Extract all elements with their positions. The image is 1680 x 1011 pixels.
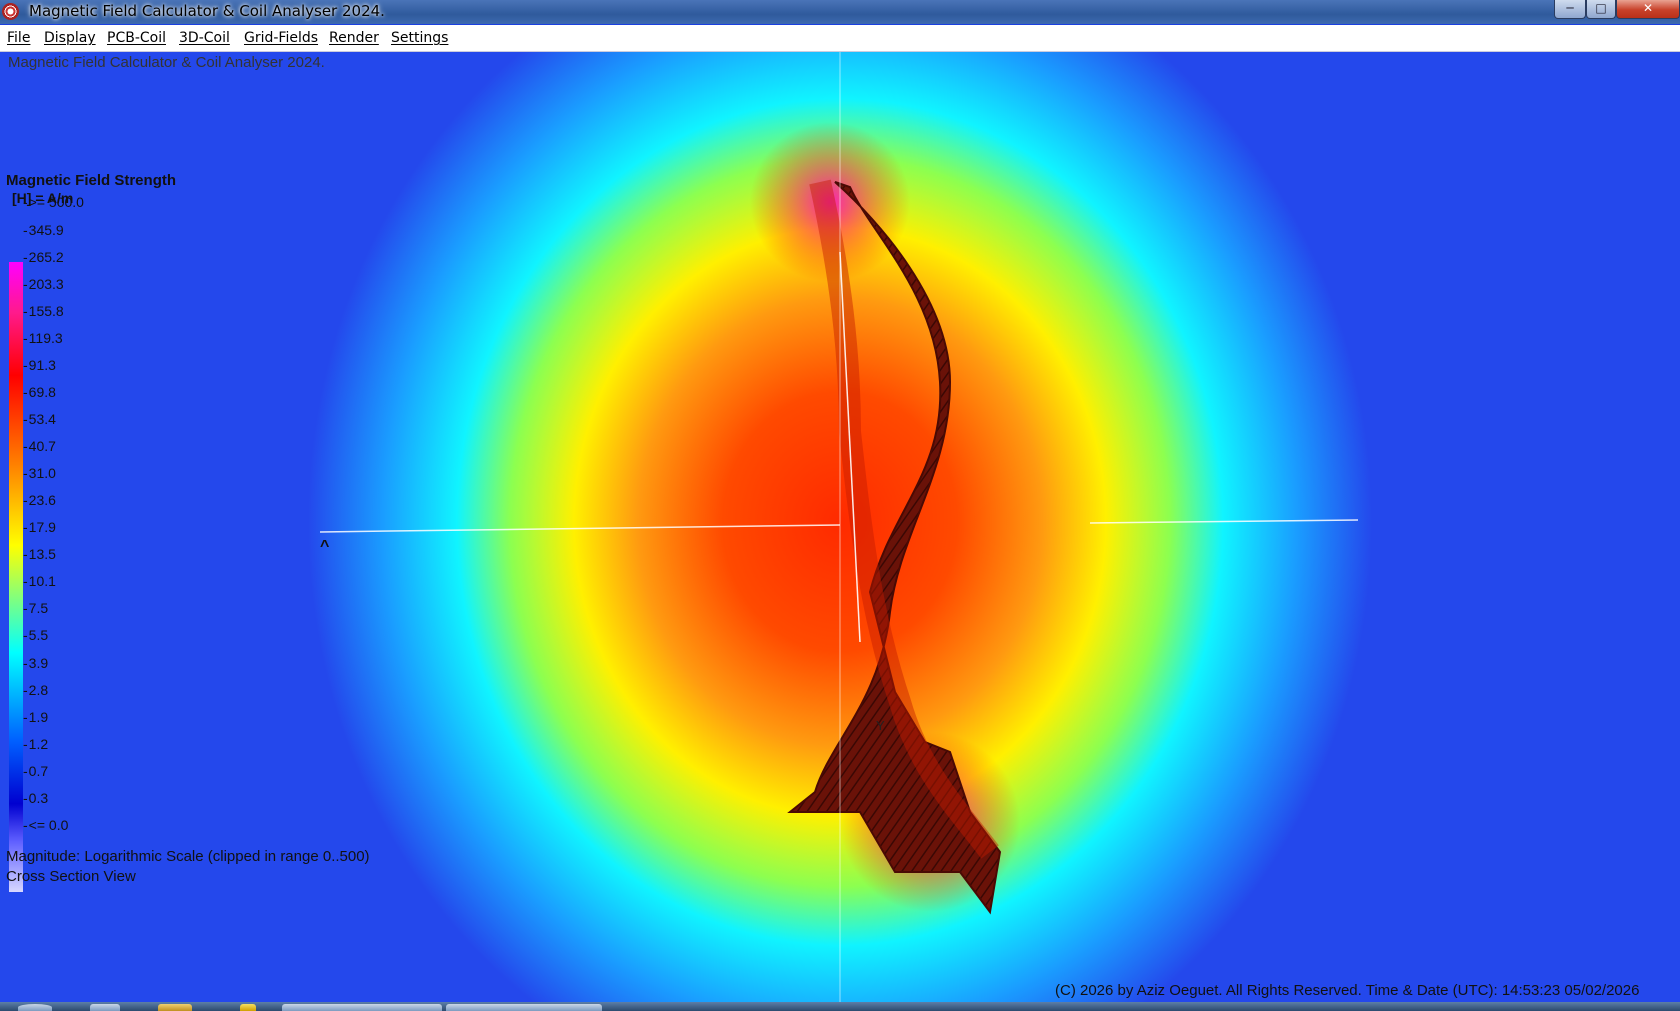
legend-tick: 265.2 bbox=[23, 249, 64, 265]
minimize-button[interactable]: ─ bbox=[1554, 0, 1586, 19]
title-bar[interactable]: Magnetic Field Calculator & Coil Analyse… bbox=[0, 0, 1680, 24]
legend-tick: 5.5 bbox=[23, 627, 48, 643]
legend-tick: 31.0 bbox=[23, 465, 56, 481]
menu-pcb-coil[interactable]: PCB-Coil bbox=[107, 30, 166, 46]
taskbar-window-button[interactable] bbox=[282, 1004, 442, 1011]
legend-tick: 155.8 bbox=[23, 303, 64, 319]
copyright-status: (C) 2026 by Aziz Oeguet. All Rights Rese… bbox=[1055, 982, 1640, 999]
start-button[interactable] bbox=[18, 1004, 52, 1011]
legend-tick: 17.9 bbox=[23, 519, 56, 535]
legend-title: Magnetic Field Strength bbox=[6, 172, 177, 189]
taskbar bbox=[0, 1002, 1680, 1011]
taskbar-icon[interactable] bbox=[90, 1004, 120, 1011]
close-icon: ✕ bbox=[1642, 1, 1654, 15]
menu-3d-coil[interactable]: 3D-Coil bbox=[179, 30, 230, 46]
menu-render[interactable]: Render bbox=[329, 30, 379, 46]
legend-tick: 1.2 bbox=[23, 736, 48, 752]
folder-icon[interactable] bbox=[158, 1004, 192, 1011]
menu-bar: File Display PCB-Coil 3D-Coil Grid-Field… bbox=[0, 25, 1680, 52]
legend-tick: 0.7 bbox=[23, 763, 48, 779]
legend-tick: 13.5 bbox=[23, 546, 56, 562]
legend-tick: 40.7 bbox=[23, 438, 56, 454]
legend-tick: 119.3 bbox=[23, 330, 63, 346]
legend-tick: 345.9 bbox=[23, 222, 64, 238]
cursor-marker: ^ bbox=[320, 538, 330, 555]
legend-tick: 69.8 bbox=[23, 384, 56, 400]
view-mode-label: Cross Section View bbox=[6, 868, 136, 885]
legend-tick: 23.6 bbox=[23, 492, 56, 508]
taskbar-window-button[interactable] bbox=[446, 1004, 602, 1011]
render-viewport[interactable]: Magnetic Field Calculator & Coil Analyse… bbox=[0, 52, 1680, 1002]
legend-tick: 1.9 bbox=[23, 709, 48, 725]
legend-tick: 91.3 bbox=[23, 357, 56, 373]
legend-tick: <= 0.0 bbox=[23, 817, 69, 833]
close-button[interactable]: ✕ bbox=[1616, 0, 1680, 19]
legend-tick: 10.1 bbox=[23, 573, 56, 589]
legend-tick: 203.3 bbox=[23, 276, 64, 292]
legend-tick: 0.3 bbox=[23, 790, 48, 806]
legend-tick: 2.8 bbox=[23, 682, 48, 698]
menu-grid-fields[interactable]: Grid-Fields bbox=[244, 30, 318, 46]
window-title: Magnetic Field Calculator & Coil Analyse… bbox=[29, 2, 385, 20]
minimize-icon: ─ bbox=[1566, 1, 1574, 15]
taskbar-icon[interactable] bbox=[240, 1004, 256, 1011]
viewport-title: Magnetic Field Calculator & Coil Analyse… bbox=[8, 54, 325, 71]
maximize-button[interactable]: □ bbox=[1586, 0, 1616, 19]
scale-note: Magnitude: Logarithmic Scale (clipped in… bbox=[6, 848, 370, 865]
legend-tick: >= 500.0 bbox=[23, 194, 84, 210]
color-scale-bar bbox=[9, 262, 23, 892]
axis-label-y: Y bbox=[876, 718, 885, 733]
menu-file[interactable]: File bbox=[7, 30, 30, 46]
legend-tick: 3.9 bbox=[23, 655, 48, 671]
app-icon[interactable] bbox=[2, 3, 19, 20]
legend-tick: 7.5 bbox=[23, 600, 48, 616]
legend-tick: 53.4 bbox=[23, 411, 56, 427]
maximize-icon: □ bbox=[1595, 1, 1607, 15]
menu-display[interactable]: Display bbox=[44, 30, 96, 46]
menu-settings[interactable]: Settings bbox=[391, 30, 448, 46]
